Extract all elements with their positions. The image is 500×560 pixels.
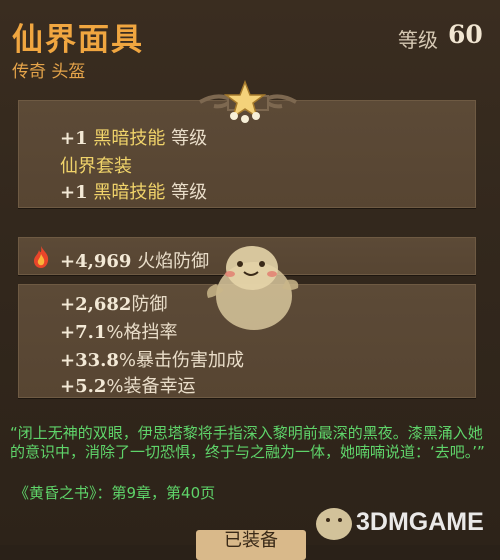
bonus-skill: 黑暗技能 bbox=[93, 182, 166, 203]
lore-text: “闭上无神的双眼，伊思塔黎将手指深入黎明前最深的黑夜。漆黑涌入她的意识中，消除了… bbox=[10, 424, 485, 461]
item-name: 仙界面具 bbox=[12, 22, 144, 58]
bonus-value: +1 bbox=[60, 128, 88, 149]
stat-value: +5.2 bbox=[60, 376, 107, 397]
stat-line: +33.8%暴击伤害加成 bbox=[60, 346, 244, 372]
set-bonus-line: +1 黑暗技能 等级 bbox=[60, 124, 207, 150]
watermark-text: 3DMGAME bbox=[356, 508, 484, 536]
stat-value: +7.1 bbox=[60, 322, 107, 343]
primary-stat-value: +4,969 bbox=[60, 251, 132, 272]
stat-value: +2,682 bbox=[60, 294, 132, 315]
level-label: 等级 bbox=[398, 28, 438, 52]
level-value: 60 bbox=[448, 20, 483, 49]
bonus-suffix: 等级 bbox=[171, 182, 208, 203]
bonus-value: +1 bbox=[60, 182, 88, 203]
item-rarity-type: 传奇 头盔 bbox=[12, 62, 86, 82]
primary-stat-line: +4,969 火焰防御 bbox=[60, 247, 209, 273]
stat-line: +5.2%装备幸运 bbox=[60, 372, 196, 398]
set-name: 仙界套装 bbox=[60, 156, 132, 177]
star-rank-icon bbox=[223, 80, 267, 123]
stat-line: +2,682防御 bbox=[60, 290, 167, 316]
stat-label: %装备幸运 bbox=[106, 376, 196, 397]
bonus-skill: 黑暗技能 bbox=[93, 128, 166, 149]
stat-line: +7.1%格挡率 bbox=[60, 318, 178, 344]
item-tooltip: 仙界面具 传奇 头盔 等级 60 +1 黑暗技能 等级 仙界套装 +1 黑暗技能… bbox=[0, 0, 500, 560]
equipped-button[interactable]: 已装备 bbox=[196, 530, 306, 560]
stat-label: %暴击伤害加成 bbox=[118, 350, 245, 371]
stat-label: 防御 bbox=[131, 294, 168, 315]
stat-value: +33.8 bbox=[60, 350, 119, 371]
bonus-suffix: 等级 bbox=[171, 128, 208, 149]
fire-icon bbox=[34, 246, 49, 268]
set-bonus-line: +1 黑暗技能 等级 bbox=[60, 178, 207, 204]
primary-stat-label: 火焰防御 bbox=[137, 251, 210, 272]
stat-label: %格挡率 bbox=[106, 322, 178, 343]
lore-citation: 《黄昏之书》：第9章，第40页 bbox=[14, 484, 216, 502]
mascot-icon bbox=[207, 246, 299, 330]
